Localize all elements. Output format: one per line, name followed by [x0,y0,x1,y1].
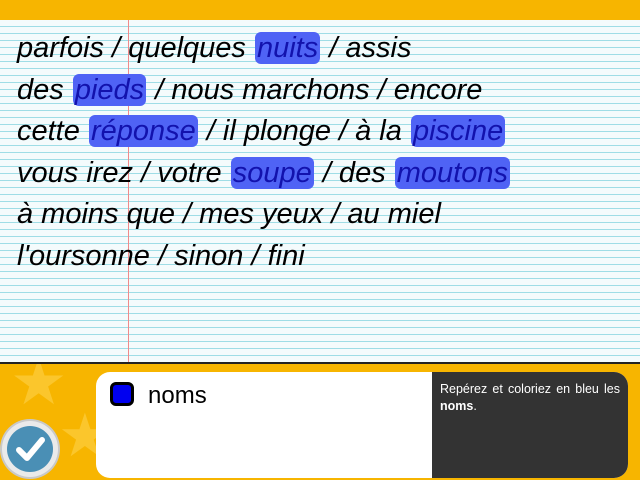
word-segment[interactable]: / assis [320,32,412,64]
highlighted-word[interactable]: pieds [72,73,147,106]
top-strip [0,0,640,20]
word-segment[interactable]: parfois / quelques [16,32,255,64]
highlighted-word[interactable]: piscine [410,115,506,147]
legend-label: noms [148,382,207,409]
word-segment[interactable]: / nous marchons / encore [146,74,483,106]
legend-panel: noms Repérez et coloriez en bleu les nom… [96,372,628,478]
sentence-area: parfois / quelques nuits / assis des pied… [16,28,616,277]
instruction-end: . [473,399,477,413]
checkmark-icon [7,426,53,472]
sentence-line: des pieds / nous marchons / encore [16,70,616,112]
highlighted-word[interactable]: réponse [88,115,198,147]
sentence-line: à moins que / mes yeux / au miel [16,194,616,236]
validate-button[interactable] [2,421,58,477]
word-segment[interactable]: des [16,74,73,106]
sentence-line: cette réponse / il plonge / à la piscine [16,111,616,153]
word-segment[interactable]: / il plonge / à la [198,115,411,147]
word-segment[interactable]: l'oursonne / sinon / fini [16,240,306,272]
highlighted-word[interactable]: nuits [254,32,321,64]
color-swatch-blue[interactable] [110,382,134,406]
lined-paper: parfois / quelques nuits / assis des pied… [0,20,640,364]
sentence-line: l'oursonne / sinon / fini [16,236,616,278]
sentence-line: vous irez / votre soupe / des moutons [16,153,616,195]
word-segment[interactable]: / des [314,157,395,189]
highlighted-word[interactable]: moutons [394,156,510,189]
instruction-text: Repérez et coloriez en bleu les [440,382,620,396]
word-segment[interactable]: cette [16,115,89,147]
word-segment[interactable]: vous irez / votre [16,157,231,189]
sentence-line: parfois / quelques nuits / assis [16,28,616,70]
instruction-box: Repérez et coloriez en bleu les noms. [432,372,628,478]
instruction-keyword: noms [440,399,474,413]
highlighted-word[interactable]: soupe [230,156,314,189]
bottom-bar: ★ ★ noms Repérez et coloriez en bleu les… [0,364,640,480]
word-segment[interactable]: à moins que / mes yeux / au miel [16,198,442,230]
